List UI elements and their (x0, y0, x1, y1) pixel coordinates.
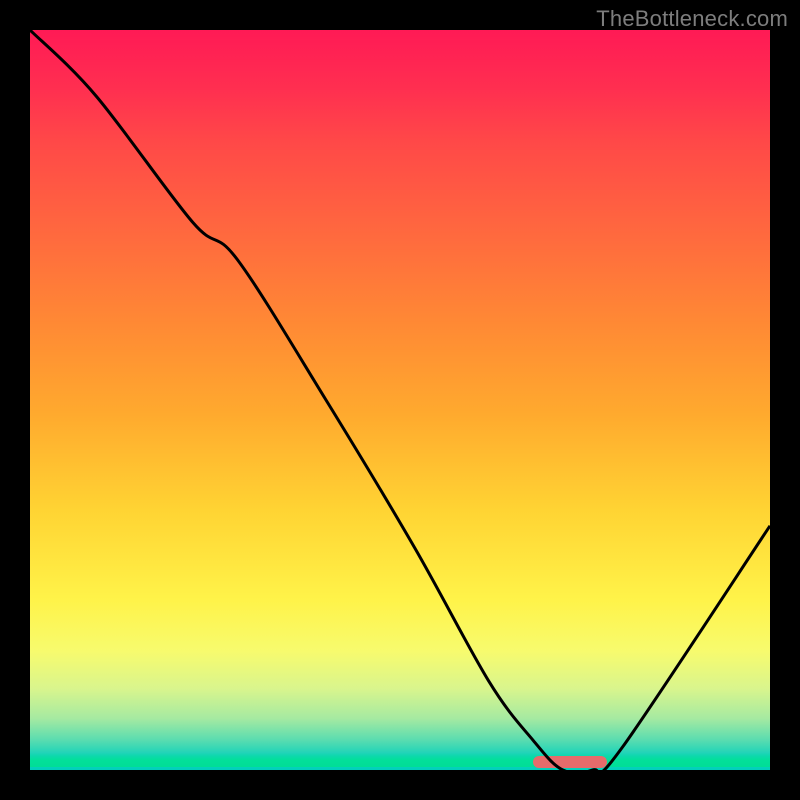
bottleneck-curve (30, 30, 770, 770)
bottleneck-curve-path (30, 30, 770, 773)
watermark-text: TheBottleneck.com (596, 6, 788, 32)
chart-frame: TheBottleneck.com (0, 0, 800, 800)
plot-area (30, 30, 770, 770)
